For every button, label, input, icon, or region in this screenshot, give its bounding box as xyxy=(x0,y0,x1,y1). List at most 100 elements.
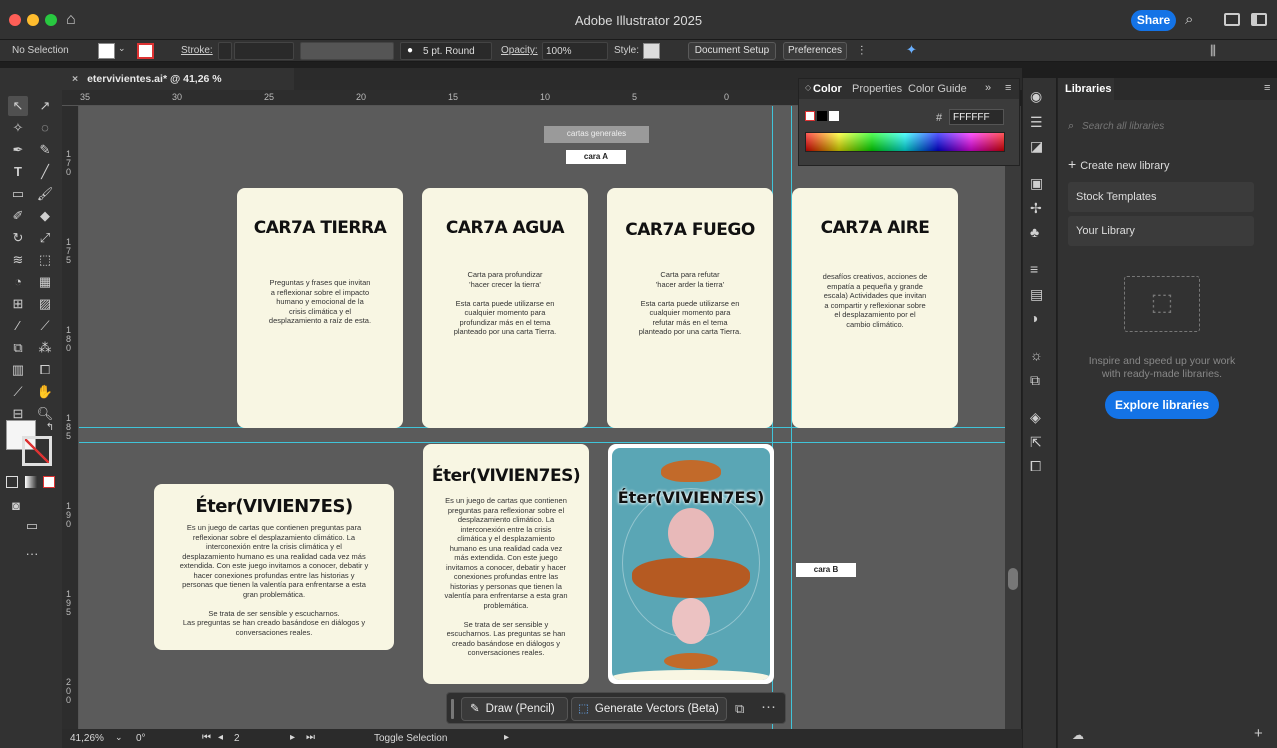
screen-mode-icon[interactable]: ▭ xyxy=(22,516,42,536)
opacity-label[interactable]: Opacity: xyxy=(501,45,538,56)
brushes-panel-icon[interactable]: ✢ xyxy=(1030,200,1042,217)
shape-builder-tool-icon[interactable]: ◔ xyxy=(8,272,28,292)
tab-libraries[interactable]: Libraries xyxy=(1058,78,1114,100)
card-intro-tall[interactable]: Éter(VIVIEN7ES) Es un juego de cartas qu… xyxy=(423,444,589,684)
distribute-icon[interactable]: ⫼ xyxy=(1210,43,1216,59)
gradient-tool-icon[interactable]: ▨ xyxy=(35,294,55,314)
transparency-panel-icon[interactable]: ◑ xyxy=(1030,310,1038,326)
canvas[interactable]: cartas generales cara A cara B CAR7A TIE… xyxy=(79,106,1005,729)
pen-tool-icon[interactable]: ✒ xyxy=(8,140,28,160)
draw-pencil-button[interactable]: ✎ Draw (Pencil) xyxy=(461,697,568,721)
previous-artboard-icon[interactable]: ◂ xyxy=(218,732,223,743)
tab-color-guide[interactable]: Color Guide xyxy=(908,83,967,95)
stroke-weight-input[interactable] xyxy=(234,42,294,60)
create-library-button[interactable]: + Create new library xyxy=(1068,156,1169,172)
hand-tool-icon[interactable]: ✋ xyxy=(35,382,55,402)
stroke-weight-stepper[interactable] xyxy=(218,42,232,60)
variable-width-profile[interactable] xyxy=(300,42,394,60)
chevron-down-icon[interactable]: ⌄ xyxy=(118,43,126,54)
direct-selection-tool-icon[interactable]: ↗ xyxy=(35,96,55,116)
more-tabs-icon[interactable]: » xyxy=(985,82,991,94)
rectangle-tool-icon[interactable]: ▭ xyxy=(8,184,28,204)
color-spectrum[interactable] xyxy=(805,132,1005,152)
libraries-panel-icon[interactable]: ▣ xyxy=(1030,175,1043,192)
search-libraries-input[interactable] xyxy=(1082,118,1262,134)
opacity-input[interactable]: 100% xyxy=(542,42,608,60)
document-setup-button[interactable]: Document Setup xyxy=(688,42,776,60)
close-tab-icon[interactable]: × xyxy=(72,73,78,85)
gradient-panel-icon[interactable]: ▤ xyxy=(1030,286,1043,303)
vertical-scrollbar[interactable] xyxy=(1005,106,1021,729)
black-swatch[interactable] xyxy=(817,111,827,121)
stroke-label[interactable]: Stroke: xyxy=(181,45,213,56)
chevron-down-icon[interactable]: ⌄ xyxy=(115,732,123,743)
draw-normal-icon[interactable]: ◙ xyxy=(6,496,26,516)
properties-panel-icon[interactable]: ☰ xyxy=(1030,114,1043,131)
card-intro-wide[interactable]: Éter(VIVIEN7ES) Es un juego de cartas qu… xyxy=(154,484,394,650)
search-icon[interactable]: ⌕ xyxy=(1185,11,1193,28)
stroke-panel-icon[interactable]: ≡ xyxy=(1030,261,1038,277)
horizontal-guide[interactable] xyxy=(79,442,1005,443)
column-graph-tool-icon[interactable]: ▥ xyxy=(8,360,28,380)
align-icon[interactable]: ⫶ xyxy=(860,43,863,59)
swap-colors-icon[interactable]: ↰ xyxy=(40,418,60,438)
generate-vectors-button[interactable]: ⬚ Generate Vectors (Beta) xyxy=(571,697,727,721)
type-tool-icon[interactable]: T xyxy=(8,162,28,182)
color-mode-icon[interactable] xyxy=(6,476,18,488)
rotation-value[interactable]: 0° xyxy=(136,733,146,744)
paintbrush-tool-icon[interactable]: 🖌 xyxy=(35,184,55,204)
appearance-panel-icon[interactable]: ☼ xyxy=(1030,347,1043,363)
library-item-your-library[interactable]: Your Library xyxy=(1068,216,1254,246)
card-fire[interactable]: CAR7A FUEGO Carta para refutar'hacer ard… xyxy=(607,188,773,428)
card-cover-art[interactable]: Éter(VIVIEN7ES) xyxy=(608,444,774,684)
measure-tool-icon[interactable]: ⟋ xyxy=(35,316,55,336)
workspace-icon[interactable] xyxy=(1224,13,1240,26)
card-earth[interactable]: CAR7A TIERRA Preguntas y frases que invi… xyxy=(237,188,403,428)
eraser-tool-icon[interactable]: ◆ xyxy=(35,206,55,226)
color-panel-icon[interactable]: ◉ xyxy=(1030,88,1042,105)
none-mode-icon[interactable] xyxy=(43,476,55,488)
lasso-tool-icon[interactable]: ◌ xyxy=(35,118,55,138)
stroke-color-box[interactable] xyxy=(22,436,52,466)
drag-handle[interactable] xyxy=(451,699,454,719)
brush-definition[interactable]: ● 5 pt. Round xyxy=(400,42,492,60)
blend-tool-icon[interactable]: ⧉ xyxy=(8,338,28,358)
next-artboard-icon[interactable]: ▸ xyxy=(290,732,295,743)
document-tab[interactable]: × etervivientes.ai* @ 41,26 % (CMYK/Prev… xyxy=(62,68,294,107)
status-menu-icon[interactable]: ▸ xyxy=(504,732,509,743)
scale-tool-icon[interactable]: ⤢ xyxy=(35,228,55,248)
rotate-tool-icon[interactable]: ↻ xyxy=(8,228,28,248)
share-button[interactable]: Share xyxy=(1131,10,1176,31)
contextbar-settings-icon[interactable]: ⧉ xyxy=(735,701,744,717)
eyedropper-tool-icon[interactable]: ⁄ xyxy=(8,316,28,336)
stroke-swatch[interactable] xyxy=(137,43,154,59)
selection-tool-icon[interactable]: ↖ xyxy=(8,96,28,116)
explore-libraries-button[interactable]: Explore libraries xyxy=(1105,391,1219,419)
layers-panel-icon[interactable]: ◈ xyxy=(1030,409,1041,426)
shaper-tool-icon[interactable]: ✐ xyxy=(8,206,28,226)
white-swatch[interactable] xyxy=(829,111,839,121)
more-options-icon[interactable]: ··· xyxy=(761,698,776,715)
gradient-mode-icon[interactable] xyxy=(25,476,37,488)
artboard-tool-icon[interactable]: ⧠ xyxy=(35,360,55,380)
panel-menu-icon[interactable]: ≡ xyxy=(1264,82,1270,94)
magic-wand-tool-icon[interactable]: ✧ xyxy=(8,118,28,138)
tab-properties[interactable]: Properties xyxy=(852,83,902,95)
line-tool-icon[interactable]: ╱ xyxy=(35,162,55,182)
symbols-panel-icon[interactable]: ♣ xyxy=(1030,224,1039,240)
panel-menu-icon[interactable]: ≡ xyxy=(1005,82,1011,94)
last-artboard-icon[interactable]: ⏭ xyxy=(306,732,315,743)
card-air[interactable]: CAR7A AIRE desafíos creativos, acciones … xyxy=(792,188,958,428)
current-tool-status[interactable]: Toggle Selection xyxy=(374,733,447,744)
free-transform-tool-icon[interactable]: ⬚ xyxy=(35,250,55,270)
slice-tool-icon[interactable]: ⟋ xyxy=(8,382,28,402)
card-water[interactable]: CAR7A AGUA Carta para profundizar'hacer … xyxy=(422,188,588,428)
export-panel-icon[interactable]: ⇱ xyxy=(1030,434,1042,451)
scroll-thumb[interactable] xyxy=(1008,568,1018,590)
symbol-sprayer-tool-icon[interactable]: ⁂ xyxy=(35,338,55,358)
mesh-tool-icon[interactable]: ⊞ xyxy=(8,294,28,314)
perspective-grid-tool-icon[interactable]: ▦ xyxy=(35,272,55,292)
artboards-panel-icon[interactable]: ⧠ xyxy=(1030,458,1041,475)
fill-swatch[interactable] xyxy=(98,43,115,59)
collapse-icon[interactable]: ◇ xyxy=(805,83,811,92)
